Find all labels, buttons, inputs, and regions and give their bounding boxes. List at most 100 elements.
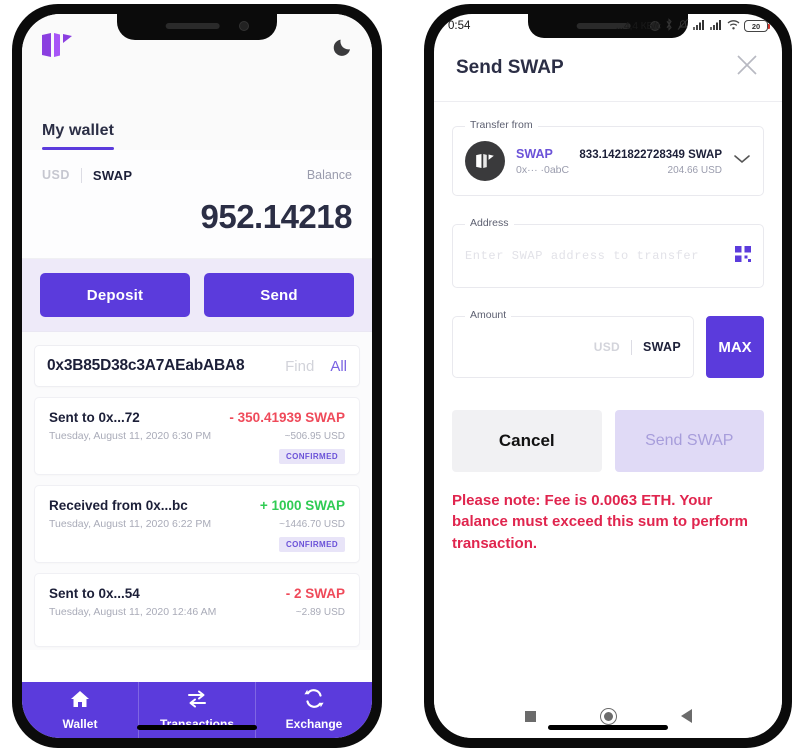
transfer-from-legend: Transfer from [465, 119, 538, 131]
tx-top-row: Sent to 0x...72 - 350.41939 SWAP [49, 410, 345, 425]
tab-my-wallet[interactable]: My wallet [42, 122, 115, 150]
front-camera-icon [239, 21, 249, 31]
transaction-search-bar[interactable]: 0x3B85D38c3A7AEabABA8 Find All [34, 345, 360, 387]
cancel-button[interactable]: Cancel [452, 410, 602, 472]
tx-title: Sent to 0x...54 [49, 586, 140, 601]
transfer-from-usd: 204.66 USD [667, 164, 722, 176]
refresh-cycle-icon [304, 689, 324, 713]
currency-usd-option[interactable]: USD [42, 168, 70, 182]
tx-badge-row: CONFIRMED [49, 449, 345, 464]
iphone-notch [117, 14, 277, 40]
mute-bell-icon [677, 18, 689, 34]
sidebar-item-wallet-label: Wallet [62, 716, 98, 731]
search-input[interactable]: 0x3B85D38c3A7AEabABA8 [47, 357, 285, 375]
table-row[interactable]: Sent to 0x...72 - 350.41939 SWAP Tuesday… [34, 397, 360, 475]
avatar [465, 141, 505, 181]
speaker-slit-icon [165, 23, 220, 29]
status-badge: CONFIRMED [278, 449, 345, 464]
wallet-action-bar: Deposit Send [22, 259, 372, 332]
transfer-arrows-icon [186, 690, 208, 713]
moon-icon[interactable] [332, 36, 354, 63]
send-button[interactable]: Send [204, 273, 354, 317]
transfer-from-details: SWAP 833.1421822728349 SWAP 0x··· ·0abC … [516, 147, 722, 176]
amount-currency-usd[interactable]: USD [594, 340, 620, 354]
amount-currency-divider [630, 339, 632, 355]
send-swap-button[interactable]: Send SWAP [614, 410, 764, 472]
status-bar-clock: 0:54 [448, 20, 471, 32]
status-bar-icons: ...4,4 КБ/c 20 [615, 18, 770, 34]
battery-icon: 20 [744, 20, 770, 32]
address-field[interactable]: Address Enter SWAP address to transfer [452, 217, 764, 288]
currency-divider [80, 167, 82, 183]
balance-card: USD SWAP Balance 952.14218 [22, 150, 372, 259]
sidebar-item-exchange-label: Exchange [285, 717, 343, 731]
max-button[interactable]: MAX [706, 316, 764, 378]
signal-bars-icon [710, 19, 723, 33]
tx-badge-row: CONFIRMED [49, 537, 345, 552]
home-circle-icon[interactable] [599, 707, 617, 725]
tx-top-row: Sent to 0x...54 - 2 SWAP [49, 586, 345, 601]
sidebar-item-exchange[interactable]: Exchange [256, 682, 372, 738]
send-swap-screen: 0:54 ...4,4 КБ/c 20 Send SWAP Transfer f… [434, 14, 782, 738]
bluetooth-icon [665, 18, 673, 34]
network-speed-label: ...4,4 КБ/c [615, 20, 661, 32]
home-icon [70, 690, 90, 713]
tx-date: Tuesday, August 11, 2020 6:22 PM [49, 518, 212, 530]
tab-active-underline [42, 147, 115, 150]
all-filter-button[interactable]: All [330, 358, 347, 375]
tx-amount: - 2 SWAP [285, 586, 345, 601]
tx-title: Sent to 0x...72 [49, 410, 140, 425]
chevron-down-icon[interactable] [733, 152, 751, 170]
tab-my-wallet-label: My wallet [42, 122, 115, 139]
tx-bottom-row: Tuesday, August 11, 2020 12:46 AM ~2.89 … [49, 606, 345, 618]
tx-usd-value: ~506.95 USD [284, 431, 345, 442]
tx-date: Tuesday, August 11, 2020 6:30 PM [49, 430, 212, 442]
battery-level-label: 20 [751, 21, 761, 31]
qr-code-icon[interactable] [735, 245, 751, 267]
wifi-icon [727, 19, 740, 33]
sidebar-item-wallet[interactable]: Wallet [22, 682, 139, 738]
screenshot-stage: My wallet USD SWAP Balance 952.14218 Dep… [0, 0, 800, 753]
address-legend: Address [465, 217, 514, 229]
recents-square-icon[interactable] [524, 710, 536, 722]
amount-row: Amount USD SWAP MAX [452, 309, 764, 378]
amount-field[interactable]: Amount USD SWAP [452, 309, 694, 378]
send-form: Transfer from SWAP 833.1421822728349 SWA… [434, 102, 782, 554]
swap-logo-icon [40, 32, 74, 63]
table-row[interactable]: Received from 0x...bc + 1000 SWAP Tuesda… [34, 485, 360, 563]
home-indicator [548, 725, 668, 730]
tx-title: Received from 0x...bc [49, 498, 188, 513]
table-row[interactable]: Sent to 0x...54 - 2 SWAP Tuesday, August… [34, 573, 360, 647]
tx-amount: - 350.41939 SWAP [229, 410, 345, 425]
tx-amount: + 1000 SWAP [259, 498, 345, 513]
send-header: Send SWAP [434, 38, 782, 102]
amount-currency-swap[interactable]: SWAP [643, 340, 681, 354]
tx-bottom-row: Tuesday, August 11, 2020 6:30 PM ~506.95… [49, 430, 345, 442]
transfer-from-address: 0x··· ·0abC [516, 163, 570, 176]
balance-label: Balance [306, 168, 352, 182]
phone-right-frame: 0:54 ...4,4 КБ/c 20 Send SWAP Transfer f… [424, 4, 792, 748]
amount-legend: Amount [465, 309, 512, 321]
transfer-from-line2: 0x··· ·0abC 204.66 USD [516, 161, 722, 176]
tx-usd-value: ~1446.70 USD [279, 519, 345, 530]
address-input[interactable]: Enter SWAP address to transfer [465, 249, 735, 263]
phone-left-frame: My wallet USD SWAP Balance 952.14218 Dep… [12, 4, 382, 748]
tx-top-row: Received from 0x...bc + 1000 SWAP [49, 498, 345, 513]
find-button[interactable]: Find [285, 358, 314, 375]
wallet-screen: My wallet USD SWAP Balance 952.14218 Dep… [22, 14, 372, 738]
home-indicator [137, 725, 257, 730]
page-title: Send SWAP [456, 56, 564, 78]
fee-note: Please note: Fee is 0.0063 ETH. Your bal… [452, 492, 748, 552]
close-icon[interactable] [734, 52, 760, 83]
currency-switcher[interactable]: USD SWAP Balance [42, 164, 352, 186]
status-bar: 0:54 ...4,4 КБ/c 20 [434, 14, 782, 38]
transfer-from-field[interactable]: Transfer from SWAP 833.1421822728349 SWA… [452, 119, 764, 196]
transfer-from-symbol: SWAP [516, 146, 553, 161]
tx-date: Tuesday, August 11, 2020 12:46 AM [49, 606, 217, 618]
balance-amount: 952.14218 [200, 198, 353, 235]
deposit-button[interactable]: Deposit [40, 273, 190, 317]
transfer-from-row: SWAP 833.1421822728349 SWAP 0x··· ·0abC … [465, 141, 751, 181]
transfer-from-line1: SWAP 833.1421822728349 SWAP [516, 147, 722, 161]
currency-swap-option[interactable]: SWAP [93, 168, 132, 183]
back-triangle-icon[interactable] [680, 709, 692, 723]
